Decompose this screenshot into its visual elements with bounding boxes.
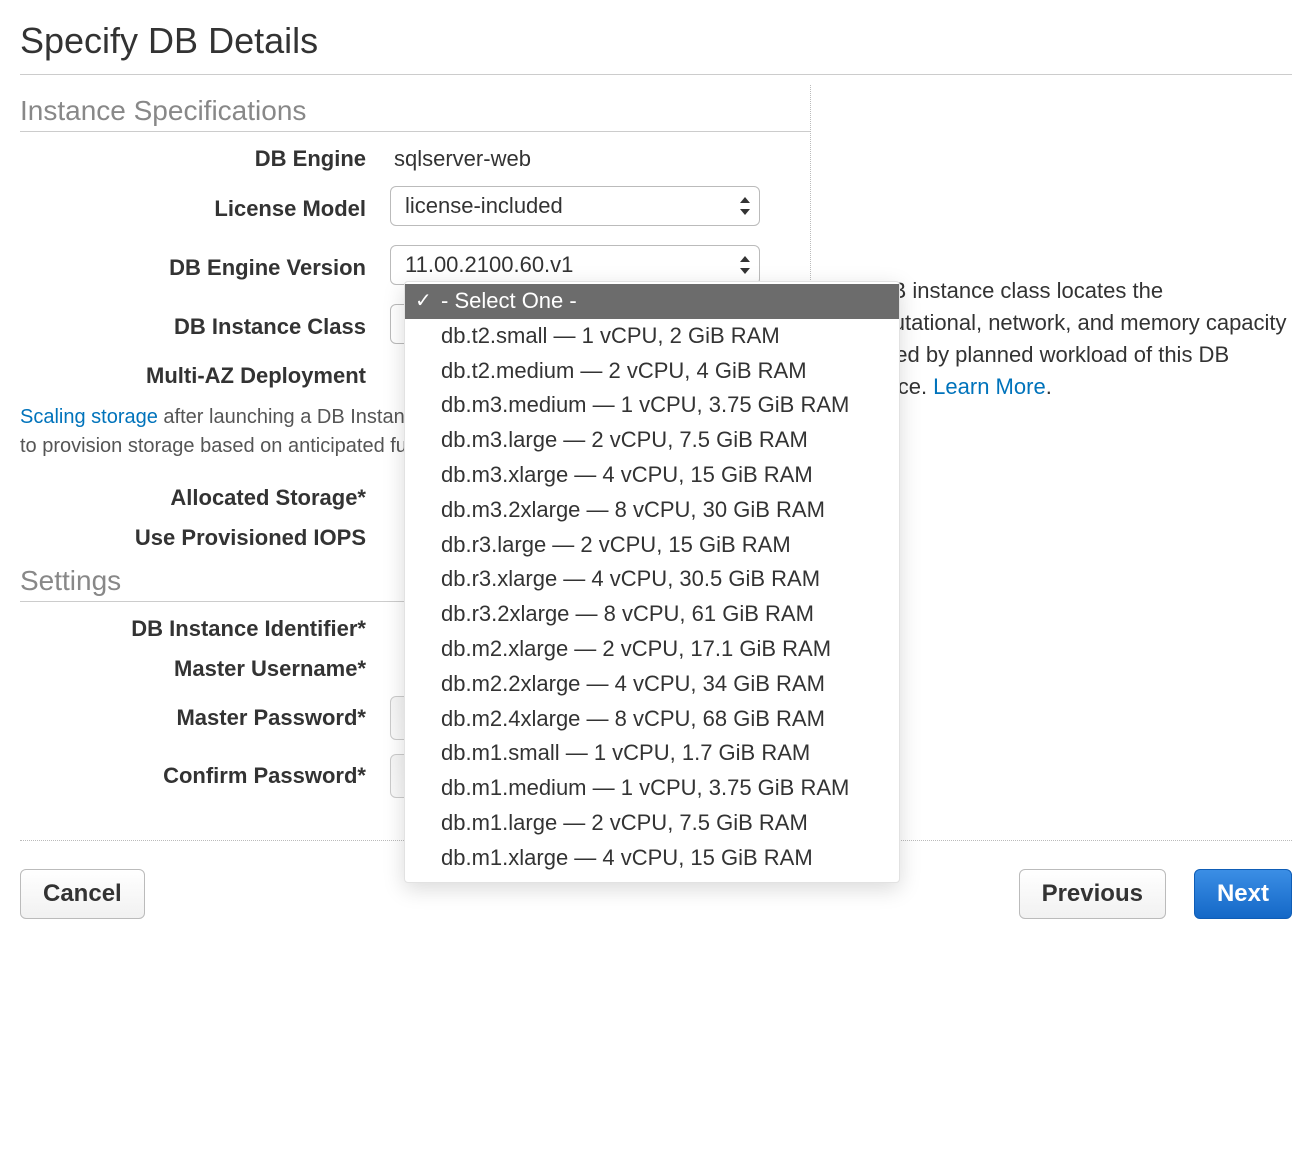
dropdown-option-label: - Select One - [441, 288, 577, 313]
help-text: the DB instance class locates the comput… [839, 278, 1287, 399]
label-master-username: Master Username* [20, 656, 390, 682]
dropdown-option-label: db.m3.large — 2 vCPU, 7.5 GiB RAM [441, 427, 808, 452]
label-master-password: Master Password* [20, 705, 390, 731]
help-period: . [1046, 374, 1052, 399]
dropdown-option[interactable]: db.m3.xlarge — 4 vCPU, 15 GiB RAM [405, 458, 899, 493]
select-db-engine-version-value: 11.00.2100.60.v1 [390, 245, 760, 285]
previous-button[interactable]: Previous [1019, 869, 1166, 919]
dropdown-option[interactable]: db.m1.xlarge — 4 vCPU, 15 GiB RAM [405, 841, 899, 876]
dropdown-option[interactable]: db.m1.large — 2 vCPU, 7.5 GiB RAM [405, 806, 899, 841]
dropdown-option-label: db.m3.2xlarge — 8 vCPU, 30 GiB RAM [441, 497, 825, 522]
next-button[interactable]: Next [1194, 869, 1292, 919]
dropdown-option-label: db.m3.xlarge — 4 vCPU, 15 GiB RAM [441, 462, 813, 487]
label-db-instance-identifier: DB Instance Identifier* [20, 616, 390, 642]
main-layout: Instance Specifications DB Engine sqlser… [20, 85, 1292, 841]
dropdown-option-label: db.t2.small — 1 vCPU, 2 GiB RAM [441, 323, 780, 348]
row-license-model: License Model license-included [20, 186, 810, 231]
value-db-engine: sqlserver-web [390, 146, 531, 171]
section-instance-spec: Instance Specifications [20, 95, 810, 132]
dropdown-option[interactable]: db.r3.large — 2 vCPU, 15 GiB RAM [405, 528, 899, 563]
dropdown-option-label: db.m3.medium — 1 vCPU, 3.75 GiB RAM [441, 392, 849, 417]
label-db-engine-version: DB Engine Version [20, 255, 390, 281]
cancel-button[interactable]: Cancel [20, 869, 145, 919]
dropdown-option[interactable]: db.m3.2xlarge — 8 vCPU, 30 GiB RAM [405, 493, 899, 528]
link-scaling-storage[interactable]: Scaling storage [20, 406, 158, 428]
row-db-engine: DB Engine sqlserver-web [20, 146, 810, 172]
dropdown-option-label: db.m2.xlarge — 2 vCPU, 17.1 GiB RAM [441, 636, 831, 661]
dropdown-option-label: db.r3.xlarge — 4 vCPU, 30.5 GiB RAM [441, 566, 820, 591]
page-title: Specify DB Details [20, 20, 1292, 75]
dropdown-option[interactable]: db.t2.small — 1 vCPU, 2 GiB RAM [405, 319, 899, 354]
dropdown-option-label: db.m1.medium — 1 vCPU, 3.75 GiB RAM [441, 775, 849, 800]
dropdown-option-label: db.m1.xlarge — 4 vCPU, 15 GiB RAM [441, 845, 813, 870]
label-db-engine: DB Engine [20, 146, 390, 172]
chevron-updown-icon [738, 197, 750, 215]
chevron-updown-icon [738, 256, 750, 274]
check-icon: ✓ [415, 287, 432, 315]
dropdown-option[interactable]: db.r3.xlarge — 4 vCPU, 30.5 GiB RAM [405, 562, 899, 597]
label-allocated-storage: Allocated Storage* [20, 485, 390, 511]
dropdown-option[interactable]: db.t2.medium — 2 vCPU, 4 GiB RAM [405, 354, 899, 389]
dropdown-db-instance-class[interactable]: ✓ - Select One - db.t2.small — 1 vCPU, 2 G… [404, 281, 900, 883]
label-confirm-password: Confirm Password* [20, 763, 390, 789]
label-multi-az: Multi-AZ Deployment [20, 363, 390, 389]
dropdown-option-label: db.m1.small — 1 vCPU, 1.7 GiB RAM [441, 740, 810, 765]
select-db-engine-version[interactable]: 11.00.2100.60.v1 [390, 245, 760, 285]
label-license-model: License Model [20, 196, 390, 222]
label-provisioned-iops: Use Provisioned IOPS [20, 525, 390, 551]
dropdown-option[interactable]: ✓ - Select One - [405, 284, 899, 319]
dropdown-option[interactable]: db.m1.small — 1 vCPU, 1.7 GiB RAM [405, 736, 899, 771]
dropdown-option-label: db.t2.medium — 2 vCPU, 4 GiB RAM [441, 358, 807, 383]
select-license-model[interactable]: license-included [390, 186, 760, 226]
dropdown-option-label: db.r3.2xlarge — 8 vCPU, 61 GiB RAM [441, 601, 814, 626]
dropdown-option[interactable]: db.m3.large — 2 vCPU, 7.5 GiB RAM [405, 423, 899, 458]
dropdown-option-label: db.m2.4xlarge — 8 vCPU, 68 GiB RAM [441, 706, 825, 731]
dropdown-option-label: db.r3.large — 2 vCPU, 15 GiB RAM [441, 532, 791, 557]
select-license-model-value: license-included [390, 186, 760, 226]
dropdown-option-label: db.m2.2xlarge — 4 vCPU, 34 GiB RAM [441, 671, 825, 696]
dropdown-option[interactable]: db.m2.2xlarge — 4 vCPU, 34 GiB RAM [405, 667, 899, 702]
dropdown-option[interactable]: db.r3.2xlarge — 8 vCPU, 61 GiB RAM [405, 597, 899, 632]
dropdown-option[interactable]: db.m1.medium — 1 vCPU, 3.75 GiB RAM [405, 771, 899, 806]
dropdown-option[interactable]: db.m2.xlarge — 2 vCPU, 17.1 GiB RAM [405, 632, 899, 667]
dropdown-option[interactable]: db.m3.medium — 1 vCPU, 3.75 GiB RAM [405, 388, 899, 423]
dropdown-option-label: db.m1.large — 2 vCPU, 7.5 GiB RAM [441, 810, 808, 835]
dropdown-option[interactable]: db.m2.4xlarge — 8 vCPU, 68 GiB RAM [405, 702, 899, 737]
link-learn-more[interactable]: Learn More [933, 374, 1046, 399]
label-db-instance-class: DB Instance Class [20, 314, 390, 340]
